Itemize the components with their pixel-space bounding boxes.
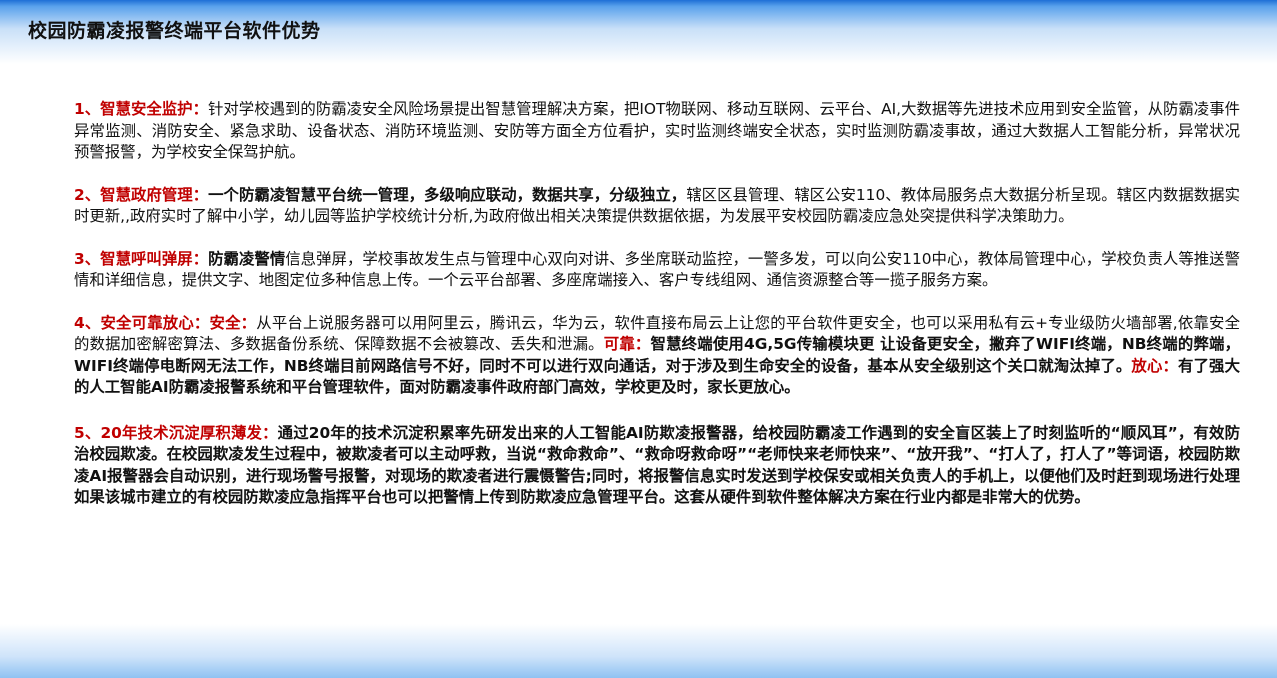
advantage-item-1: 1、智慧安全监护：针对学校遇到的防霸凌安全风险场景提出智慧管理解决方案，把IOT… — [74, 99, 1240, 164]
advantage-heading: 1、智慧安全监护： — [74, 100, 208, 118]
advantage-text: 针对学校遇到的防霸凌安全风险场景提出智慧管理解决方案，把IOT物联网、移动互联网… — [74, 100, 1241, 161]
advantage-subheading-assured: 放心： — [1131, 356, 1178, 375]
advantage-heading: 2、智慧政府管理： — [74, 185, 209, 204]
advantage-item-5: 5、20年技术沉淀厚积薄发：通过20年的技术沉淀积累率先研发出来的人工智能AI防… — [74, 423, 1240, 509]
advantages-list: 1、智慧安全监护：针对学校遇到的防霸凌安全风险场景提出智慧管理解决方案，把IOT… — [74, 99, 1240, 509]
advantage-subheading-reliable: 可靠： — [603, 335, 651, 353]
page-title: 校园防霸凌报警终端平台软件优势 — [28, 20, 321, 42]
advantage-bold-text: 防霸凌警情 — [208, 249, 286, 268]
advantage-item-2: 2、智慧政府管理：一个防霸凌智慧平台统一管理，多级响应联动，数据共享，分级独立，… — [74, 185, 1240, 228]
advantage-heading: 3、智慧呼叫弹屏： — [74, 249, 209, 268]
footer-gradient-band — [0, 624, 1277, 678]
advantage-heading: 5、20年技术沉淀厚积薄发： — [74, 423, 278, 442]
advantage-item-4: 4、安全可靠放心：安全：从平台上说服务器可以用阿里云，腾讯云，华为云，软件直接布… — [74, 313, 1240, 399]
advantage-bold-text: 一个防霸凌智慧平台统一管理，多级响应联动，数据共享，分级独立， — [208, 185, 687, 204]
advantage-item-3: 3、智慧呼叫弹屏：防霸凌警情信息弹屏，学校事故发生点与管理中心双向对讲、多坐席联… — [74, 249, 1240, 292]
advantage-heading: 4、安全可靠放心：安全： — [74, 313, 257, 332]
